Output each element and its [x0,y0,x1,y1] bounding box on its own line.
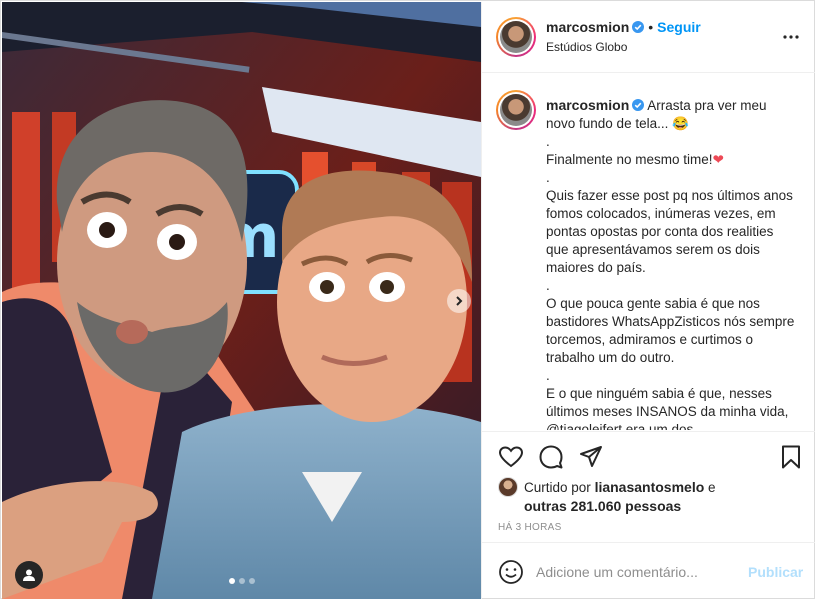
caption-line: . [546,170,550,185]
post-location[interactable]: Estúdios Globo [546,40,627,54]
publish-button[interactable]: Publicar [748,564,803,580]
emoji-smiley-icon[interactable] [498,559,524,585]
red-heart-emoji: ❤ [712,152,724,167]
bookmark-icon[interactable] [778,444,804,470]
caption-line: . [546,278,550,293]
chevron-right-icon [456,296,463,306]
user-tag-icon [23,569,35,581]
liker-avatar[interactable] [498,477,518,497]
caption-avatar[interactable] [496,90,536,130]
liked-by-prefix: Curtido por [524,480,591,495]
caption-line: . [546,134,550,149]
like-heart-icon[interactable] [498,444,524,470]
post-timestamp[interactable]: HÁ 3 HORAS [498,522,562,533]
caption-line: O que pouca gente sabia é que nos bastid… [546,296,795,365]
post-header: marcosmion • Seguir Estúdios Globo [482,2,815,73]
liked-by-conj: e [708,480,716,495]
post-photo[interactable]: m [2,2,481,599]
more-horizontal-icon[interactable] [782,28,800,46]
caption-line: Finalmente no mesmo time! [546,152,713,167]
caption-text: marcosmion Arrasta pra ver meu novo fund… [546,96,796,430]
caption-line: . [546,368,550,383]
caption-line: E o que ninguém sabia é que, nesses últi… [546,386,789,430]
comment-input[interactable] [536,561,736,583]
instagram-post: m marcosmion • Seguir Estúdios Globo mar… [0,0,815,599]
selfie-image: m [2,2,481,599]
verified-badge-icon [632,21,645,33]
post-caption: marcosmion Arrasta pra ver meu novo fund… [482,74,815,430]
author-username[interactable]: marcosmion [546,19,629,35]
verified-badge-icon [632,99,645,111]
separator-bullet: • [648,19,654,35]
next-photo-button[interactable] [447,289,471,313]
liker-username[interactable]: lianasantosmelo [595,479,705,495]
avatar[interactable] [496,17,536,57]
likes-count-link[interactable]: outras 281.060 pessoas [524,498,681,514]
post-side-panel: marcosmion • Seguir Estúdios Globo marcosm… [481,2,815,599]
tagged-users-button[interactable] [15,561,43,589]
carousel-dot [239,578,245,584]
action-bar [482,431,815,476]
comment-bubble-icon[interactable] [538,444,564,470]
carousel-indicators [229,578,255,584]
carousel-dot [249,578,255,584]
follow-button[interactable]: Seguir [657,19,701,35]
share-paper-plane-icon[interactable] [578,444,604,470]
comment-composer: Publicar [482,542,815,599]
carousel-dot [229,578,235,584]
caption-line: Quis fazer esse post pq nos últimos anos… [546,188,793,275]
caption-username[interactable]: marcosmion [546,97,629,113]
